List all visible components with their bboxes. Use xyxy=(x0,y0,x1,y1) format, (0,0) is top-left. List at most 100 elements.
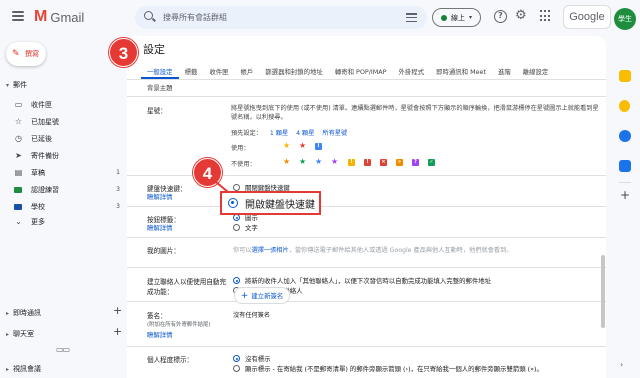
nav-section-meet[interactable]: ▸ 視訊會議 xyxy=(6,364,41,374)
auto-contacts-auto-radio[interactable]: 將新的收件人加入「其他聯絡人」，以便下次發信時以自動完成功能填入完整的郵件地址 xyxy=(233,276,491,285)
sidebar-item-cert-practice[interactable]: 認證練習 3 xyxy=(0,183,124,196)
tab-labels[interactable]: 標籤 xyxy=(179,65,204,79)
radio-checked-icon xyxy=(233,355,240,362)
search-options-icon[interactable] xyxy=(406,13,417,22)
tab-addons[interactable]: 外掛程式 xyxy=(393,65,431,79)
personal-level-none-radio[interactable]: 沒有標示 xyxy=(233,354,271,363)
get-addons-plus-icon[interactable]: + xyxy=(620,188,630,202)
yellow-bang-icon[interactable]: ! xyxy=(348,159,355,166)
nav-section-rooms[interactable]: ▸ 聊天室 xyxy=(6,329,34,339)
row-divider xyxy=(127,206,606,207)
radio-unchecked-icon xyxy=(233,365,240,372)
sidebar-item-label: 更多 xyxy=(31,217,45,226)
purple-star-icon[interactable]: ★ xyxy=(331,158,338,166)
signature-learn-more-link[interactable]: 瞭解詳情 xyxy=(147,330,173,339)
settings-panel: 設定 一般設定 標籤 收件匣 帳戶 篩選器和封鎖的地址 轉寄和 POP/IMAP… xyxy=(127,36,606,378)
gmail-logo[interactable]: M Gmail xyxy=(34,8,84,26)
keep-icon[interactable] xyxy=(619,100,630,112)
gmail-m-icon: M xyxy=(34,8,47,25)
tab-advanced[interactable]: 進階 xyxy=(492,65,517,79)
red-x-icon[interactable]: × xyxy=(380,159,387,166)
red-bang-icon[interactable]: ! xyxy=(364,159,371,166)
presets-label: 預先設定： xyxy=(231,130,262,137)
label-icon xyxy=(14,203,22,210)
auto-contacts-label: 建立聯絡人以便使用自動完 xyxy=(147,278,227,286)
avatar[interactable]: 學生 xyxy=(614,8,636,30)
blue-info-icon[interactable]: i xyxy=(315,143,322,150)
yellow-star-icon[interactable]: ★ xyxy=(283,142,290,150)
sidebar-item-more[interactable]: ⌄ 更多 xyxy=(0,215,124,228)
tab-filters[interactable]: 篩選器和封鎖的地址 xyxy=(259,65,329,79)
contacts-icon[interactable] xyxy=(619,160,631,172)
shortcuts-learn-more-link[interactable]: 瞭解詳情 xyxy=(147,192,173,201)
status-dot-icon xyxy=(441,14,447,21)
help-icon[interactable]: ? xyxy=(494,10,507,23)
button-labels-text-radio[interactable]: 文字 xyxy=(233,223,258,232)
purple-question-icon[interactable]: ? xyxy=(412,159,419,166)
scrollbar-thumb[interactable] xyxy=(601,255,605,328)
gear-icon[interactable]: ⚙ xyxy=(515,8,527,23)
orange-star-icon[interactable]: ★ xyxy=(283,158,290,166)
blue-star-icon[interactable]: ★ xyxy=(315,158,322,166)
new-chat-plus-icon[interactable]: + xyxy=(113,304,122,317)
tasks-icon[interactable] xyxy=(619,130,631,142)
compose-button[interactable]: ✎ 撰寫 xyxy=(6,42,46,66)
preset-1-star-link[interactable]: 1 顆星 xyxy=(270,130,288,137)
preset-all-stars-link[interactable]: 所有星號 xyxy=(322,130,347,137)
radio-checked-icon xyxy=(233,214,240,221)
calendar-icon[interactable] xyxy=(619,70,631,82)
tab-inbox[interactable]: 收件匣 xyxy=(203,65,234,79)
caret-right-icon: ▸ xyxy=(6,309,10,317)
nav-section-chat[interactable]: ▸ 即時通訊 xyxy=(6,308,41,318)
red-star-icon[interactable]: ★ xyxy=(299,142,306,150)
resize-handle-icon[interactable]: ▭▭ xyxy=(56,345,70,354)
nav-section-mail[interactable]: ▾ 郵件 xyxy=(6,80,27,90)
preset-4-stars-link[interactable]: 4 顆星 xyxy=(296,130,314,137)
sidebar-item-drafts[interactable]: ▤ 草稿 1 xyxy=(0,166,124,179)
radio-label: 文字 xyxy=(245,224,258,232)
tabs-divider xyxy=(127,96,606,97)
tab-chat-meet[interactable]: 即時通訊和 Meet xyxy=(430,65,492,79)
nav-section-label: 聊天室 xyxy=(13,330,35,338)
choose-photo-link[interactable]: 選擇一張相片 xyxy=(252,247,289,254)
search-input[interactable]: 搜尋所有會話群組 xyxy=(163,12,227,23)
sidebar-item-sent[interactable]: ➤ 寄件備份 xyxy=(0,149,124,162)
orange-guillemet-icon[interactable]: » xyxy=(396,159,403,166)
create-signature-button[interactable]: + 建立新簽名 xyxy=(234,287,290,304)
green-star-icon[interactable]: ★ xyxy=(299,158,306,166)
send-icon: ➤ xyxy=(15,151,22,160)
button-labels-learn-more-link[interactable]: 瞭解詳情 xyxy=(147,223,173,232)
sidebar-item-snoozed[interactable]: ◷ 已延後 xyxy=(0,132,124,145)
gmail-wordmark: Gmail xyxy=(50,9,85,25)
search-icon[interactable] xyxy=(144,11,153,20)
sidebar-item-inbox[interactable]: ▭ 收件匣 xyxy=(0,98,124,111)
caret-right-icon: ▸ xyxy=(6,365,10,373)
tab-forwarding[interactable]: 轉寄和 POP/IMAP xyxy=(329,65,393,79)
sidebar-item-school[interactable]: 學校 3 xyxy=(0,200,124,213)
main-menu-icon[interactable] xyxy=(12,11,24,21)
shortcuts-on-radio[interactable]: 開啟鍵盤快速鍵 xyxy=(220,191,321,215)
settings-tabs: 一般設定 標籤 收件匣 帳戶 篩選器和封鎖的地址 轉寄和 POP/IMAP 外掛… xyxy=(141,65,554,79)
tab-general[interactable]: 一般設定 xyxy=(141,65,179,79)
radio-label: 開啟鍵盤快速鍵 xyxy=(245,199,315,211)
sidebar-item-starred[interactable]: ☆ 已加星號 xyxy=(0,115,124,128)
tab-themes[interactable]: 背景主題 xyxy=(141,83,179,92)
auto-contacts-label-2: 成功能： xyxy=(147,288,174,296)
search-bar[interactable]: 搜尋所有會話群組 xyxy=(135,6,427,29)
green-check-icon[interactable]: ✓ xyxy=(428,159,435,166)
radio-label: 顯示標示 - 在寄給我 (不是郵寄清單) 的郵件旁顯示箭頭 (›)，在只寄給我一… xyxy=(245,365,543,373)
my-picture-label: 我的圖片： xyxy=(147,247,180,255)
text: 你可以 xyxy=(233,247,252,254)
status-chip[interactable]: 線上 ▾ xyxy=(432,8,482,27)
tab-offline[interactable]: 離線設定 xyxy=(517,65,555,79)
google-apps-icon[interactable] xyxy=(540,10,552,22)
personal-level-show-radio[interactable]: 顯示標示 - 在寄給我 (不是郵寄清單) 的郵件旁顯示箭頭 (›)，在只寄給我一… xyxy=(233,364,543,373)
radio-unchecked-icon xyxy=(233,224,240,231)
tabs-divider xyxy=(127,79,606,80)
new-room-plus-icon[interactable]: + xyxy=(113,325,122,338)
header: M Gmail 搜尋所有會話群組 線上 ▾ ? ⚙ Google 學生 xyxy=(0,0,640,36)
google-account-badge[interactable]: Google xyxy=(563,5,611,29)
clock-icon: ◷ xyxy=(15,134,22,143)
tab-accounts[interactable]: 帳戶 xyxy=(235,65,260,79)
expand-panel-icon[interactable]: › xyxy=(620,360,623,369)
